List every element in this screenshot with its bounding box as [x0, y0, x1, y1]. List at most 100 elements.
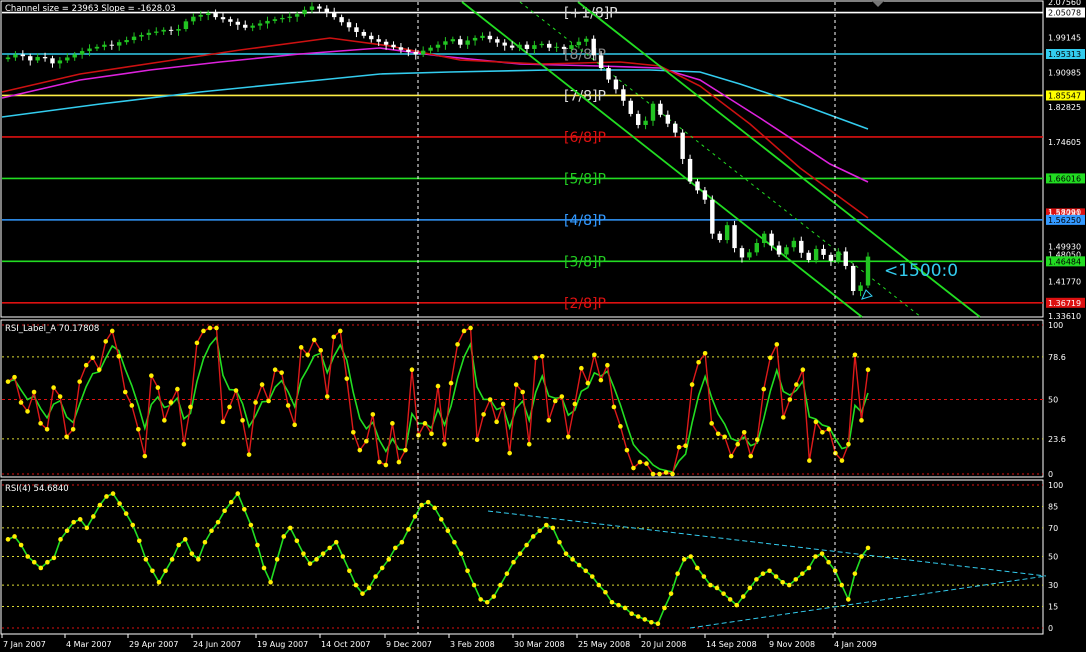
- rsi4-point: [438, 517, 444, 522]
- candle-body: [87, 48, 92, 52]
- rsi4-point: [353, 582, 359, 588]
- candle-body: [324, 8, 329, 13]
- rsi4-point: [222, 508, 227, 514]
- rsi4-point: [12, 534, 17, 539]
- rsi4-point: [314, 557, 319, 562]
- rsi4-tick-label: 70: [1048, 524, 1058, 533]
- price-tick-label: 1.33610: [1048, 312, 1081, 321]
- rsi-a-point: [618, 424, 623, 429]
- candle-body: [791, 240, 797, 248]
- rsi-a-point: [481, 412, 486, 417]
- candle-body: [650, 103, 656, 121]
- rsi-a-point: [136, 427, 141, 432]
- rsi-a-point: [331, 334, 337, 340]
- rsi4-point: [839, 582, 845, 588]
- candle-body: [680, 132, 685, 159]
- rsi-a-point: [266, 398, 271, 404]
- forex-chart[interactable]: [+1/8]P[8/8]P[7/8]P[6/8]P[5/8]P[4/8]P[3/…: [0, 0, 1086, 652]
- rsi-a-point: [370, 412, 376, 417]
- rsi4-tick-label: 85: [1048, 502, 1058, 511]
- rsi-a-point: [787, 397, 793, 402]
- murrey-label: [3/8]P: [564, 254, 606, 270]
- rsi-a-point: [559, 394, 565, 399]
- rsi-a-point: [461, 328, 467, 334]
- rsi4-point: [261, 565, 267, 571]
- rsi4-point: [471, 582, 477, 588]
- rsi4-point: [117, 501, 122, 506]
- rsi-a-point: [767, 355, 773, 361]
- candle-body: [302, 9, 307, 15]
- rsi-a-point: [83, 362, 89, 368]
- rsi-a-point: [722, 434, 727, 440]
- rsi4-point: [747, 585, 753, 591]
- rsi4-point: [274, 557, 280, 562]
- candle-body: [480, 35, 485, 38]
- candle-body: [858, 285, 863, 291]
- candle-body: [294, 14, 300, 17]
- candle-body: [443, 41, 448, 45]
- rsi4-point: [58, 537, 63, 542]
- candle-body: [450, 39, 456, 42]
- date-tick-label: 9 Nov 2008: [769, 640, 815, 649]
- rsi-a-point: [194, 340, 200, 346]
- candle-body: [250, 25, 255, 28]
- candle-body: [865, 256, 871, 286]
- candle-body: [487, 35, 493, 40]
- candle-body: [20, 54, 26, 57]
- date-tick-label: 19 Aug 2007: [257, 640, 308, 649]
- rsi-a-point: [735, 441, 740, 447]
- date-tick-label: 30 Mar 2008: [514, 640, 565, 649]
- price-tick-label: 1.36719: [1048, 299, 1081, 308]
- rsi4-point: [859, 554, 864, 559]
- candle-body: [228, 19, 233, 22]
- rsi-a-point: [807, 458, 812, 463]
- rsi4-point: [386, 557, 392, 562]
- rsi4-point: [754, 577, 759, 582]
- rsi-a-point: [494, 419, 499, 425]
- rsi4-point: [373, 574, 378, 579]
- rsi-a-point: [344, 376, 350, 381]
- rsi4-point: [793, 577, 799, 582]
- rsi4-point: [478, 597, 483, 602]
- rsi-a-point: [396, 459, 402, 465]
- rsi4-point: [550, 525, 556, 531]
- rsi-a-point: [566, 434, 571, 440]
- rsi-a-point: [696, 359, 701, 365]
- rsi4-point: [77, 517, 83, 522]
- candle-body: [391, 44, 396, 48]
- rsi-a-point: [233, 388, 239, 393]
- rsi-a-point: [318, 348, 324, 353]
- candle-body: [265, 20, 270, 24]
- rsi4-point: [281, 534, 287, 539]
- rsi-a-point: [800, 367, 806, 373]
- rsi4-point: [609, 599, 615, 605]
- price-tick-label: 1.90985: [1048, 68, 1081, 77]
- candle-body: [665, 114, 671, 124]
- rsi-a-point: [70, 427, 76, 432]
- candle-body: [532, 45, 537, 49]
- rsi-a-point: [77, 379, 82, 384]
- rsi-a-point: [168, 400, 174, 405]
- rsi4-point: [84, 525, 90, 531]
- rsi4-point: [655, 621, 661, 627]
- rsi4-point: [169, 557, 175, 562]
- candle-body: [754, 243, 759, 253]
- rsi-a-point: [240, 418, 245, 423]
- channel-info-text: Channel size = 23963 Slope = -1628.03: [5, 4, 176, 14]
- rsi-a-point: [592, 352, 597, 358]
- rsi-a-point: [442, 441, 447, 447]
- candle-body: [369, 35, 374, 40]
- rsi4-point: [806, 565, 812, 571]
- rsi-a-point: [51, 385, 56, 390]
- candle-body: [458, 39, 463, 45]
- rsi4-point: [800, 571, 805, 576]
- date-tick-label: 29 Apr 2007: [129, 640, 178, 649]
- candle-body: [161, 29, 166, 32]
- rsi-a-point: [859, 418, 864, 423]
- rsi4-point: [688, 554, 694, 559]
- rsi4-point: [333, 539, 339, 545]
- rsi4-point: [846, 597, 851, 602]
- candle-body: [354, 27, 359, 32]
- rsi4-point: [340, 554, 346, 559]
- rsi-a-point: [689, 382, 695, 387]
